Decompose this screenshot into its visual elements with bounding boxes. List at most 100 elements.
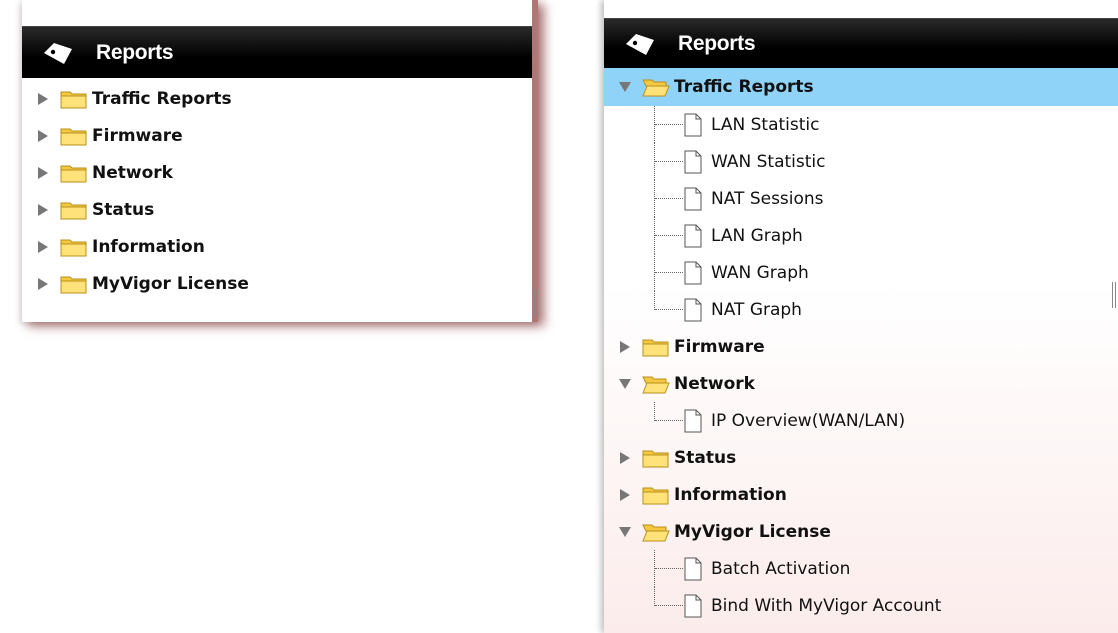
tree-leaf-lan-statistic[interactable]: LAN Statistic — [604, 106, 1118, 143]
resize-grip[interactable] — [534, 290, 540, 316]
tree-node-label[interactable]: Information — [674, 485, 787, 505]
tree-node-traffic-reports[interactable]: Traffic Reports — [22, 80, 532, 117]
tree-node-traffic-reports[interactable]: Traffic Reports — [604, 68, 1118, 106]
tree-connector — [655, 272, 683, 273]
document-icon — [684, 150, 702, 173]
triangle-right-icon[interactable] — [36, 166, 50, 180]
tree-node-firmware[interactable]: Firmware — [604, 328, 1118, 365]
tree-node-label[interactable]: MyVigor License — [674, 522, 831, 542]
reports-tree: Traffic Reports Firmware Network Status … — [22, 80, 532, 302]
tree-leaf-label[interactable]: Batch Activation — [711, 559, 850, 579]
tree-leaf-nat-sessions[interactable]: NAT Sessions — [604, 180, 1118, 217]
document-icon — [684, 261, 702, 284]
tree-leaf-label[interactable]: NAT Sessions — [711, 189, 824, 209]
folder-icon — [60, 128, 87, 145]
tree-connector — [655, 420, 683, 421]
tree-node-label[interactable]: Traffic Reports — [674, 77, 814, 97]
tree-leaf-wan-statistic[interactable]: WAN Statistic — [604, 143, 1118, 180]
document-icon — [684, 187, 702, 210]
triangle-down-icon[interactable] — [618, 525, 632, 539]
tree-leaf-lan-graph[interactable]: LAN Graph — [604, 217, 1118, 254]
tree-leaf-label[interactable]: Bind With MyVigor Account — [711, 596, 941, 616]
tree-leaf-label[interactable]: WAN Statistic — [711, 152, 825, 172]
resize-grip[interactable] — [1112, 282, 1118, 308]
tree-node-myvigor-license[interactable]: MyVigor License — [604, 513, 1118, 550]
triangle-right-icon[interactable] — [618, 340, 632, 354]
document-icon — [684, 113, 702, 136]
tree-connector — [655, 568, 683, 569]
tree-node-information[interactable]: Information — [604, 476, 1118, 513]
tree-leaf-label[interactable]: IP Overview(WAN/LAN) — [711, 411, 905, 431]
triangle-right-icon[interactable] — [36, 92, 50, 106]
tree-leaf-ip-overview[interactable]: IP Overview(WAN/LAN) — [604, 402, 1118, 439]
tree-connector — [654, 550, 655, 587]
tree-connector — [655, 605, 683, 606]
tree-node-myvigor-license[interactable]: MyVigor License — [22, 265, 532, 302]
tree-node-label[interactable]: Firmware — [92, 126, 183, 146]
document-icon — [684, 594, 702, 617]
tree-node-network[interactable]: Network — [604, 365, 1118, 402]
tree-connector — [654, 587, 655, 606]
triangle-down-icon[interactable] — [618, 80, 632, 94]
document-icon — [684, 298, 702, 321]
folder-icon — [60, 202, 87, 219]
tree-leaf-nat-graph[interactable]: NAT Graph — [604, 291, 1118, 328]
tree-leaf-bind-myvigor-account[interactable]: Bind With MyVigor Account — [604, 587, 1118, 624]
tree-node-label[interactable]: Information — [92, 237, 205, 257]
folder-open-icon — [642, 79, 670, 97]
folder-open-icon — [642, 376, 670, 393]
folder-icon — [642, 339, 669, 356]
reports-tag-icon — [40, 39, 76, 67]
panel-header: Reports — [604, 18, 1118, 68]
tree-connector — [654, 106, 655, 143]
tree-node-label[interactable]: Firmware — [674, 337, 765, 357]
tree-connector — [655, 198, 683, 199]
tree-node-status[interactable]: Status — [604, 439, 1118, 476]
triangle-down-icon[interactable] — [618, 377, 632, 391]
tree-node-label[interactable]: Status — [92, 200, 154, 220]
folder-open-icon — [642, 524, 670, 541]
reports-panel-collapsed: Reports Traffic Reports Firmware Network… — [22, 0, 540, 322]
tree-connector — [655, 124, 683, 125]
tree-connector — [654, 217, 655, 254]
document-icon — [684, 409, 702, 432]
tree-node-information[interactable]: Information — [22, 228, 532, 265]
panel-title: Reports — [678, 31, 756, 55]
triangle-right-icon[interactable] — [618, 451, 632, 465]
tree-leaf-batch-activation[interactable]: Batch Activation — [604, 550, 1118, 587]
tree-leaf-label[interactable]: NAT Graph — [711, 300, 802, 320]
document-icon — [684, 557, 702, 580]
tree-connector — [655, 309, 683, 310]
tree-leaf-label[interactable]: WAN Graph — [711, 263, 809, 283]
triangle-right-icon[interactable] — [618, 488, 632, 502]
tree-node-firmware[interactable]: Firmware — [22, 117, 532, 154]
folder-icon — [60, 91, 87, 108]
triangle-right-icon[interactable] — [36, 240, 50, 254]
tree-leaf-wan-graph[interactable]: WAN Graph — [604, 254, 1118, 291]
tree-node-label[interactable]: Network — [92, 163, 173, 183]
tree-connector — [654, 143, 655, 180]
folder-icon — [60, 165, 87, 182]
tree-connector — [654, 291, 655, 310]
tree-node-label[interactable]: Traffic Reports — [92, 89, 232, 109]
tree-leaf-label[interactable]: LAN Statistic — [711, 115, 819, 135]
tree-node-status[interactable]: Status — [22, 191, 532, 228]
tree-node-label[interactable]: Network — [674, 374, 755, 394]
triangle-right-icon[interactable] — [36, 203, 50, 217]
tree-node-network[interactable]: Network — [22, 154, 532, 191]
document-icon — [684, 224, 702, 247]
tree-connector — [655, 235, 683, 236]
tree-node-label[interactable]: Status — [674, 448, 736, 468]
tree-node-label[interactable]: MyVigor License — [92, 274, 249, 294]
panel-title: Reports — [96, 40, 174, 64]
reports-tag-icon — [622, 30, 658, 58]
folder-icon — [60, 276, 87, 293]
triangle-right-icon[interactable] — [36, 129, 50, 143]
folder-icon — [642, 487, 669, 504]
tree-leaf-label[interactable]: LAN Graph — [711, 226, 803, 246]
tree-connector — [654, 180, 655, 217]
folder-icon — [60, 239, 87, 256]
tree-connector — [655, 161, 683, 162]
triangle-right-icon[interactable] — [36, 277, 50, 291]
panel-header: Reports — [22, 26, 532, 78]
